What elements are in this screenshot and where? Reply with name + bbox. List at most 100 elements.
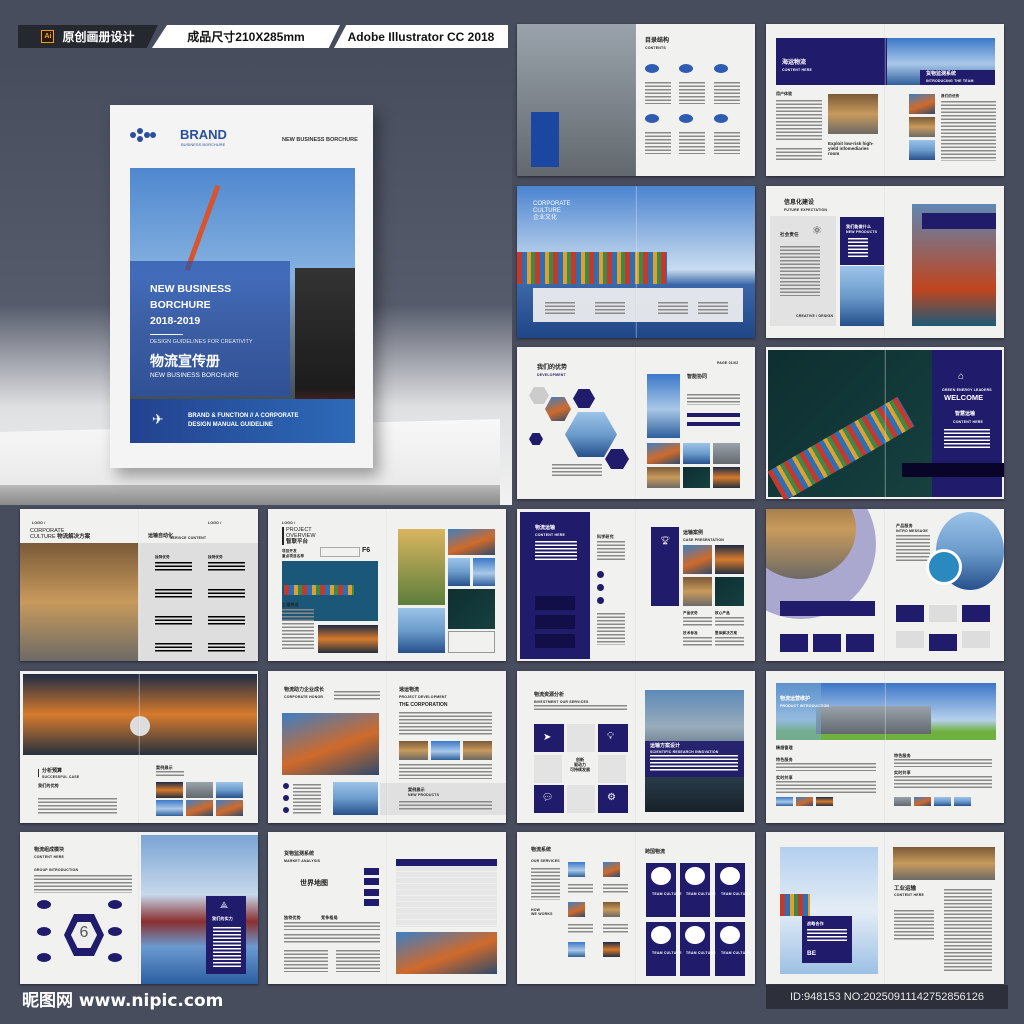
welcome-leaders: GREEN ENERGY LEADERS	[942, 388, 992, 392]
network-icon: ⚛	[812, 225, 822, 237]
resource-plan-sub: SCIENTIFIC RESEARCH INNOVATION	[650, 750, 719, 754]
growth-right-title: 速运物流	[399, 687, 420, 693]
system-card-sub: TEAM CULTURE	[686, 951, 716, 955]
warehouse-photo	[893, 847, 995, 880]
cover-mockup-scene: BRAND BUSINESS BORCHURE NEW BUSINESS BOR…	[0, 60, 512, 505]
cover-title-cn: 物流宣传册	[150, 353, 220, 369]
module-group: GROUP INTRODUCTION	[34, 868, 79, 872]
spread-module: 物流组成模块 CONTENT HERE GROUP INTRODUCTION 6…	[20, 832, 258, 984]
brochure-cover: BRAND BUSINESS BORCHURE NEW BUSINESS BOR…	[110, 105, 373, 468]
monitor-sub: MARKET ANALYSIS	[284, 859, 321, 863]
spread-corporate-culture: CORPORATE CULTURE 企业文化	[517, 186, 755, 338]
spread-monitor: 货物监测系统 MARKET ANALYSIS 世界地图 独特优势 竞争格局	[268, 832, 506, 984]
image-id-label: ID:948153 NO:20250911142752856126	[766, 985, 1008, 1009]
budget-sub: SUCCESSFUL CASE	[42, 775, 80, 779]
sea-section: 用户体验	[776, 91, 792, 96]
tag-design-label: 原创画册设计	[62, 30, 135, 44]
monitor-title: 货物监测系统	[284, 851, 315, 857]
cover-subtitle: NEW BUSINESS BORCHURE	[150, 372, 239, 379]
adv-title: 我们的优势	[537, 365, 568, 371]
info-box-label: 社会责任	[780, 232, 799, 237]
lightbulb-icon: 💡︎	[607, 731, 614, 742]
transport-label: 技术标准	[683, 631, 698, 635]
industry-box-title: 战略合作	[807, 921, 824, 926]
truck-photo	[647, 374, 680, 438]
paper-plane-icon: ✈	[152, 411, 164, 427]
brand-logo-icon	[130, 128, 156, 142]
industry-be: BE	[807, 950, 817, 957]
send-icon: ➤	[543, 732, 552, 743]
ops-sub: PRODUCT INTRODUCTION	[780, 704, 830, 708]
culture-title: CORPORATE CULTURE 企业文化	[533, 201, 571, 221]
system-title: 物流系统	[531, 847, 552, 853]
module-card: 我们的实力	[212, 916, 233, 921]
module-title: 物流组成模块	[34, 847, 65, 853]
sea-exploit: Exploit low-risk high-yield infomediarie…	[828, 141, 874, 156]
network-icon: ⟁	[220, 900, 229, 910]
culture-info-band	[533, 288, 743, 322]
illustrator-icon: Ai	[41, 30, 55, 43]
resource-title: 物流资源分析	[534, 692, 565, 698]
cover-footer-text: BRAND & FUNCTION // A CORPORATE DESIGN MA…	[188, 413, 299, 428]
transport-title: 物流运输	[535, 525, 556, 531]
transport-label: 产品优势	[683, 611, 698, 615]
warehouse-photo	[828, 94, 878, 134]
adv-page: PAGE 01/02	[717, 361, 739, 365]
cover-guideline: DESIGN GUIDELINES FOR CREATIVITY	[150, 339, 253, 345]
growth-right-sub: PROJECT DEVELOPMENT	[399, 695, 447, 699]
module-number: 6	[79, 924, 89, 941]
ship-plane-photo	[396, 932, 497, 974]
service-sub: INTRO MESSAGE	[896, 529, 928, 533]
ops-s1: 精细管理	[776, 745, 793, 750]
containers	[517, 252, 667, 284]
sea-right-label: 我们的优势	[941, 94, 960, 98]
sea-banner-title: 货物监测系统	[926, 71, 957, 77]
contents-title: 目录结构	[645, 38, 670, 44]
monitor-map: 世界地图	[300, 880, 328, 887]
welcome-sub: CONTENT HERE	[953, 420, 984, 424]
spread-system: 物流系统 OUR SERVICES HOW WE WORKS 跨国物流 TEAM …	[517, 832, 755, 984]
spread-industry: 战略合作 BE 工业运输 CONTENT HERE	[766, 832, 1004, 984]
spread-resource-analysis: 物流资源分析 INVESTMENT OUR SERVICES ➤ 💡︎ 创新 驱动…	[517, 671, 755, 823]
port-photo	[840, 266, 884, 326]
resource-plan: 运输方案设计	[650, 743, 681, 749]
sea-sub: CONTENT HERE	[782, 68, 813, 72]
spread-operations: 物流运营维护 PRODUCT INTRODUCTION 精细管理 特色服务 实时…	[766, 671, 1004, 823]
project-logo: LOGO /	[282, 521, 296, 525]
industry-title: 工业运输	[894, 886, 917, 892]
system-how: HOW WE WORKS	[531, 908, 553, 916]
system-card-sub: TEAM CULTURE	[721, 951, 751, 955]
gear-icon: ⚙	[607, 792, 616, 803]
transport-research: 科学研究	[597, 534, 614, 539]
industry-sub: CONTENT HERE	[894, 893, 925, 897]
growth-new: NEW PRODUCTS	[408, 793, 440, 797]
info-nv-sub: NEW PRODUCTS	[846, 230, 878, 234]
spread-solution: LOGO / CORPORATE CULTURE 物流解决方案 LOGO / 运输…	[20, 509, 258, 661]
spread-project-overview: LOGO / PROJECT OVERVIEW 智联平台 项目开发 重点项目名称 F…	[268, 509, 506, 661]
spread-info-construction: 信息化建设 FUTURE EXPECTATION 社会责任 ⚛ CREATIVE…	[766, 186, 1004, 338]
system-card-sub: TEAM CULTURE	[652, 892, 682, 896]
budget-title: 分析预算	[42, 768, 63, 774]
contents-sub: CONTENTS	[645, 46, 666, 50]
tag-size: 成品尺寸210X285mm	[152, 25, 340, 48]
monitor-c2: 竞争格局	[321, 915, 338, 920]
spread-growth: 物流助力企业成长 CORPORATE HONOR 速运物流 PROJECT DE…	[268, 671, 506, 823]
module-sub: CONTENT HERE	[34, 855, 65, 859]
system-card-sub: TEAM CULTURE	[686, 892, 716, 896]
budget-adv: 我们的优势	[38, 783, 59, 788]
adv-right-title: 智能协同	[687, 374, 708, 380]
solution-item: 独特优势	[208, 555, 223, 559]
sea-banner-sub: INTRODUCING THE TEAM	[926, 79, 974, 83]
brand-sub: BUSINESS BORCHURE	[181, 142, 226, 147]
system-card-sub: TEAM CULTURE	[652, 951, 682, 955]
spread-product-service: 产品服务 INTRO MESSAGE	[766, 509, 1004, 661]
welcome-cn: 智慧运输	[955, 411, 976, 417]
project-code: F6	[362, 547, 371, 554]
monitor-c1: 独特优势	[284, 915, 301, 920]
cover-footer-band: ✈ BRAND & FUNCTION // A CORPORATE DESIGN …	[130, 399, 355, 443]
adv-sub: DEVELOPMENT	[537, 373, 566, 377]
project-feature: 工程特点	[282, 602, 299, 607]
growth-corp: THE CORPORATION	[399, 702, 448, 708]
solution-right-sub: SERVICE CONTENT	[170, 536, 207, 540]
airplane-port-photo	[23, 674, 257, 755]
